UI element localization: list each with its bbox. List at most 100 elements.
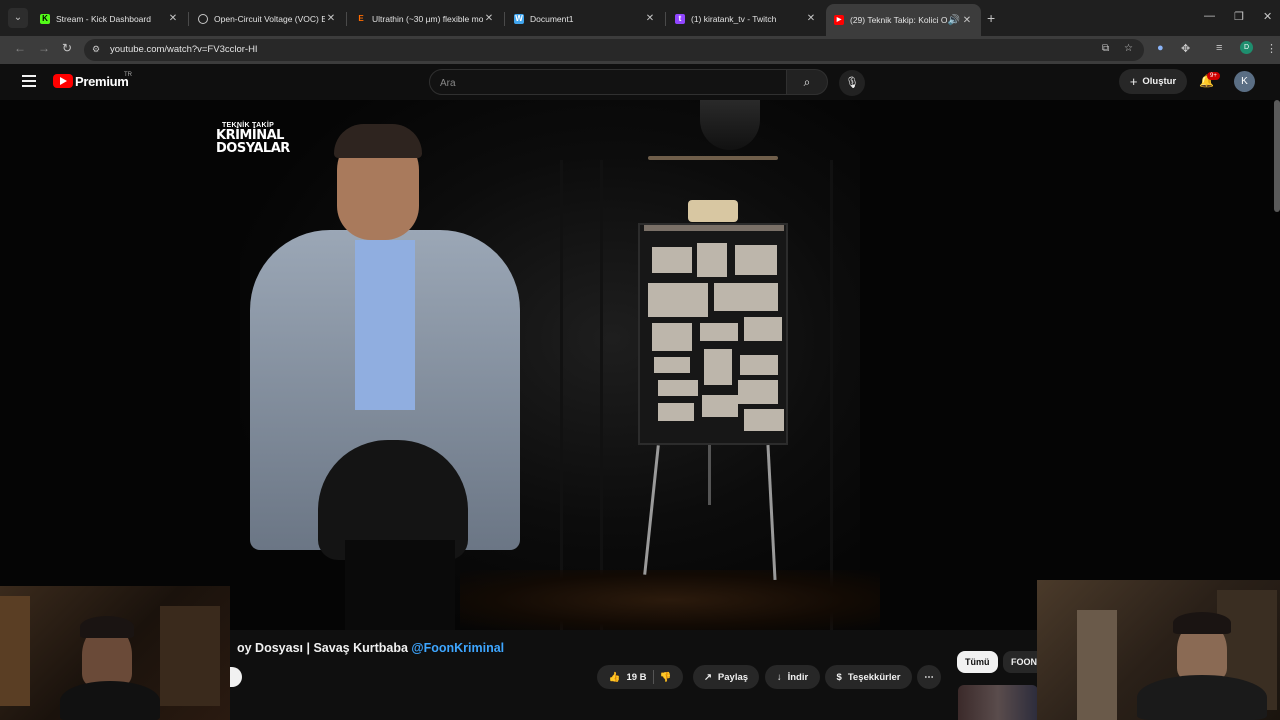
country-code: TR xyxy=(124,72,132,78)
curtain-fold xyxy=(830,160,833,630)
video-title-text: oy Dosyası | Savaş Kurtbaba xyxy=(237,641,412,655)
tab-voc[interactable]: Open-Circuit Voltage (VOC) Ent ✕ xyxy=(190,6,345,31)
close-icon[interactable]: ✕ xyxy=(167,13,179,24)
board-photo xyxy=(652,247,692,273)
easel-leg xyxy=(708,445,711,505)
webcam-overlay-left xyxy=(0,586,230,720)
more-actions-button[interactable]: ⋯ xyxy=(917,665,941,689)
search-button[interactable]: ⌕ xyxy=(786,69,828,95)
tab-title: Open-Circuit Voltage (VOC) Ent xyxy=(214,13,325,24)
tab-separator xyxy=(346,12,347,26)
presenter-shirt xyxy=(355,240,415,410)
presenter-hair xyxy=(334,124,422,158)
extension-icon[interactable]: ● xyxy=(1157,42,1164,54)
lamp-rim xyxy=(648,156,778,160)
search-input[interactable] xyxy=(440,75,770,91)
word-icon: W xyxy=(514,13,524,24)
youtube-logo-icon[interactable] xyxy=(53,74,73,88)
subscribe-button-edge[interactable] xyxy=(230,667,242,687)
share-button[interactable]: ↗ Paylaş xyxy=(693,665,759,689)
video-title: oy Dosyası | Savaş Kurtbaba @FoonKrimina… xyxy=(237,641,504,655)
bookshelf xyxy=(160,606,220,706)
install-app-icon[interactable]: ⧉ xyxy=(1102,43,1109,54)
url-text[interactable]: youtube.com/watch?v=FV3cclor-HI xyxy=(110,44,258,55)
close-icon[interactable]: ✕ xyxy=(325,13,337,24)
thanks-button[interactable]: $ Teşekkürler xyxy=(825,665,912,689)
youtube-icon: ▶ xyxy=(834,15,844,25)
menu-icon[interactable] xyxy=(22,75,36,87)
bookmark-star-icon[interactable]: ☆ xyxy=(1124,43,1133,54)
tab-title: Stream - Kick Dashboard xyxy=(56,13,151,24)
evidence-board xyxy=(638,223,788,445)
browser-toolbar: ← → ↻ ⚙ youtube.com/watch?v=FV3cclor-HI … xyxy=(0,36,1280,64)
thanks-label: Teşekkürler xyxy=(847,671,901,683)
share-icon: ↗ xyxy=(703,671,712,683)
download-button[interactable]: ↓ İndir xyxy=(765,665,820,689)
create-label: Oluştur xyxy=(1142,76,1177,87)
tab-separator xyxy=(504,12,505,26)
board-photo xyxy=(738,380,778,404)
extensions-puzzle-icon[interactable]: ✥ xyxy=(1181,42,1190,55)
create-button[interactable]: + Oluştur xyxy=(1119,69,1187,94)
back-button[interactable]: ← xyxy=(14,41,26,55)
board-clipping xyxy=(648,283,708,317)
like-count[interactable]: 19 B xyxy=(626,672,646,683)
tab-kick-dashboard[interactable]: K Stream - Kick Dashboard ✕ xyxy=(32,6,187,31)
related-video-thumbnail[interactable] xyxy=(958,685,1038,720)
new-tab-button[interactable]: + xyxy=(987,10,995,26)
reload-button[interactable]: ↻ xyxy=(62,41,72,55)
board-clipping xyxy=(654,357,690,373)
media-controls-icon[interactable]: ≡ xyxy=(1216,42,1222,54)
tab-search-button[interactable]: ⌄ xyxy=(8,8,28,28)
program-logo-line: DOSYALAR xyxy=(216,141,290,156)
board-photo xyxy=(697,243,727,277)
tab-document1[interactable]: W Document1 ✕ xyxy=(506,6,664,31)
tab-title: (1) kiratank_tv - Twitch xyxy=(691,13,777,24)
board-photo xyxy=(744,317,782,341)
site-settings-icon[interactable]: ⚙ xyxy=(92,44,100,55)
close-icon[interactable]: ✕ xyxy=(644,13,656,24)
avatar[interactable]: K xyxy=(1234,71,1255,92)
voice-search-button[interactable]: 🎙 xyxy=(839,70,865,96)
close-icon[interactable]: ✕ xyxy=(483,13,495,24)
address-bar[interactable]: ⚙ youtube.com/watch?v=FV3cclor-HI ⧉ ☆ xyxy=(84,39,1144,61)
like-icon[interactable]: 👍 xyxy=(609,672,621,683)
speaker-icon[interactable]: 🔊 xyxy=(947,15,961,26)
screen: ⌄ K Stream - Kick Dashboard ✕ Open-Circu… xyxy=(0,0,1280,720)
dislike-icon[interactable]: 👎 xyxy=(660,672,672,683)
channel-mention-link[interactable]: @FoonKriminal xyxy=(411,641,504,655)
browser-profile-avatar[interactable]: D xyxy=(1240,41,1253,54)
board-photo xyxy=(735,245,777,275)
page-scrollbar[interactable] xyxy=(1274,100,1280,212)
streamer-shirt xyxy=(60,681,160,720)
browser-menu-icon[interactable]: ⋮ xyxy=(1266,42,1277,55)
curtain-fold xyxy=(560,160,563,630)
tab-youtube-active[interactable]: ▶ (29) Teknik Takip: Kolici Or 🔊 ✕ xyxy=(826,4,981,36)
microphone-icon: 🎙 xyxy=(845,77,859,89)
like-dislike-group: 👍 19 B 👎 xyxy=(597,665,683,689)
tab-twitch[interactable]: t (1) kiratank_tv - Twitch ✕ xyxy=(667,6,825,31)
board-clipping xyxy=(714,283,778,311)
chip-all[interactable]: Tümü xyxy=(957,651,998,673)
download-label: İndir xyxy=(787,671,809,683)
board-photo xyxy=(652,323,692,351)
board-clipping xyxy=(700,323,738,341)
tab-separator xyxy=(188,12,189,26)
window-arch xyxy=(1077,610,1117,720)
board-photo xyxy=(658,403,694,421)
video-player[interactable]: TEKNİK TAKİP KRİMİNAL DOSYALAR xyxy=(0,100,1280,630)
tab-ultrathin[interactable]: E Ultrathin (~30 µm) flexible mo ✕ xyxy=(348,6,503,31)
download-icon: ↓ xyxy=(776,671,782,683)
forward-button[interactable]: → xyxy=(38,41,50,55)
twitch-icon: t xyxy=(675,13,685,24)
curtain-fold xyxy=(600,160,603,630)
youtube-brand-label[interactable]: Premium xyxy=(75,74,129,89)
board-photo xyxy=(702,395,738,417)
browser-tab-strip: ⌄ K Stream - Kick Dashboard ✕ Open-Circu… xyxy=(0,0,1280,36)
close-icon[interactable]: ✕ xyxy=(961,15,973,26)
restore-button[interactable]: ❐ xyxy=(1234,10,1244,23)
minimize-button[interactable]: — xyxy=(1204,10,1215,22)
close-icon[interactable]: ✕ xyxy=(805,13,817,24)
tab-title: Document1 xyxy=(530,13,574,24)
window-close-button[interactable]: ✕ xyxy=(1263,10,1272,23)
